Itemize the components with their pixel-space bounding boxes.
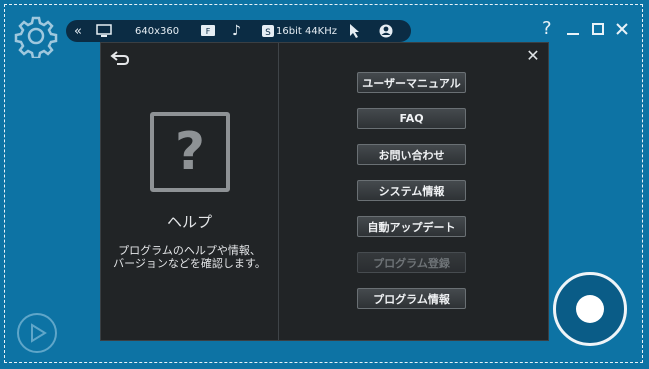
audio-format-text: 16bit 44KHz	[276, 25, 338, 37]
webcam-overlay-icon[interactable]	[379, 20, 393, 42]
resolution-text: 640x360	[135, 25, 180, 37]
play-button[interactable]	[17, 313, 57, 353]
settings-gear-icon[interactable]	[14, 14, 58, 58]
user-manual-button[interactable]: ユーザーマニュアル	[357, 72, 466, 93]
webcam-fps-icon[interactable]: F	[200, 20, 216, 42]
panel-close-button[interactable]: ✕	[524, 47, 542, 65]
program-registration-button: プログラム登録	[357, 252, 466, 273]
panel-divider	[278, 43, 279, 340]
sound-icon[interactable]: S	[262, 20, 274, 42]
auto-update-button[interactable]: 自動アップデート	[357, 216, 466, 237]
contact-button[interactable]: お問い合わせ	[357, 144, 466, 165]
cursor-icon[interactable]	[349, 20, 361, 42]
svg-text:F: F	[206, 27, 211, 36]
faq-button[interactable]: FAQ	[357, 108, 466, 129]
program-info-button[interactable]: プログラム情報	[357, 288, 466, 309]
maximize-icon[interactable]	[591, 22, 605, 36]
question-mark-icon: ?	[150, 112, 230, 192]
play-icon	[31, 323, 47, 343]
back-arrow-icon[interactable]	[109, 49, 131, 67]
help-panel: ✕ ? ヘルプ プログラムのヘルプや情報、 バージョンなどを確認します。 ユーザ…	[100, 42, 549, 341]
record-dot-icon	[576, 295, 604, 323]
help-description: プログラムのヘルプや情報、 バージョンなどを確認します。	[101, 244, 278, 270]
double-chevron-left-icon[interactable]: «	[74, 20, 82, 42]
monitor-icon[interactable]	[96, 20, 112, 42]
help-title: ヘルプ	[166, 213, 212, 231]
close-icon[interactable]	[615, 22, 629, 36]
minimize-icon[interactable]	[566, 22, 580, 36]
record-button[interactable]	[553, 272, 627, 346]
help-description-line-1: プログラムのヘルプや情報、	[118, 244, 261, 257]
recording-status-bar: « 640x360 F ♪ S 16bit 44KHz	[66, 20, 411, 42]
help-description-line-2: バージョンなどを確認します。	[113, 257, 266, 270]
music-note-icon[interactable]: ♪	[232, 20, 241, 42]
system-info-button[interactable]: システム情報	[357, 180, 466, 201]
svg-text:S: S	[265, 28, 271, 37]
help-question-icon[interactable]: ?	[542, 18, 552, 39]
